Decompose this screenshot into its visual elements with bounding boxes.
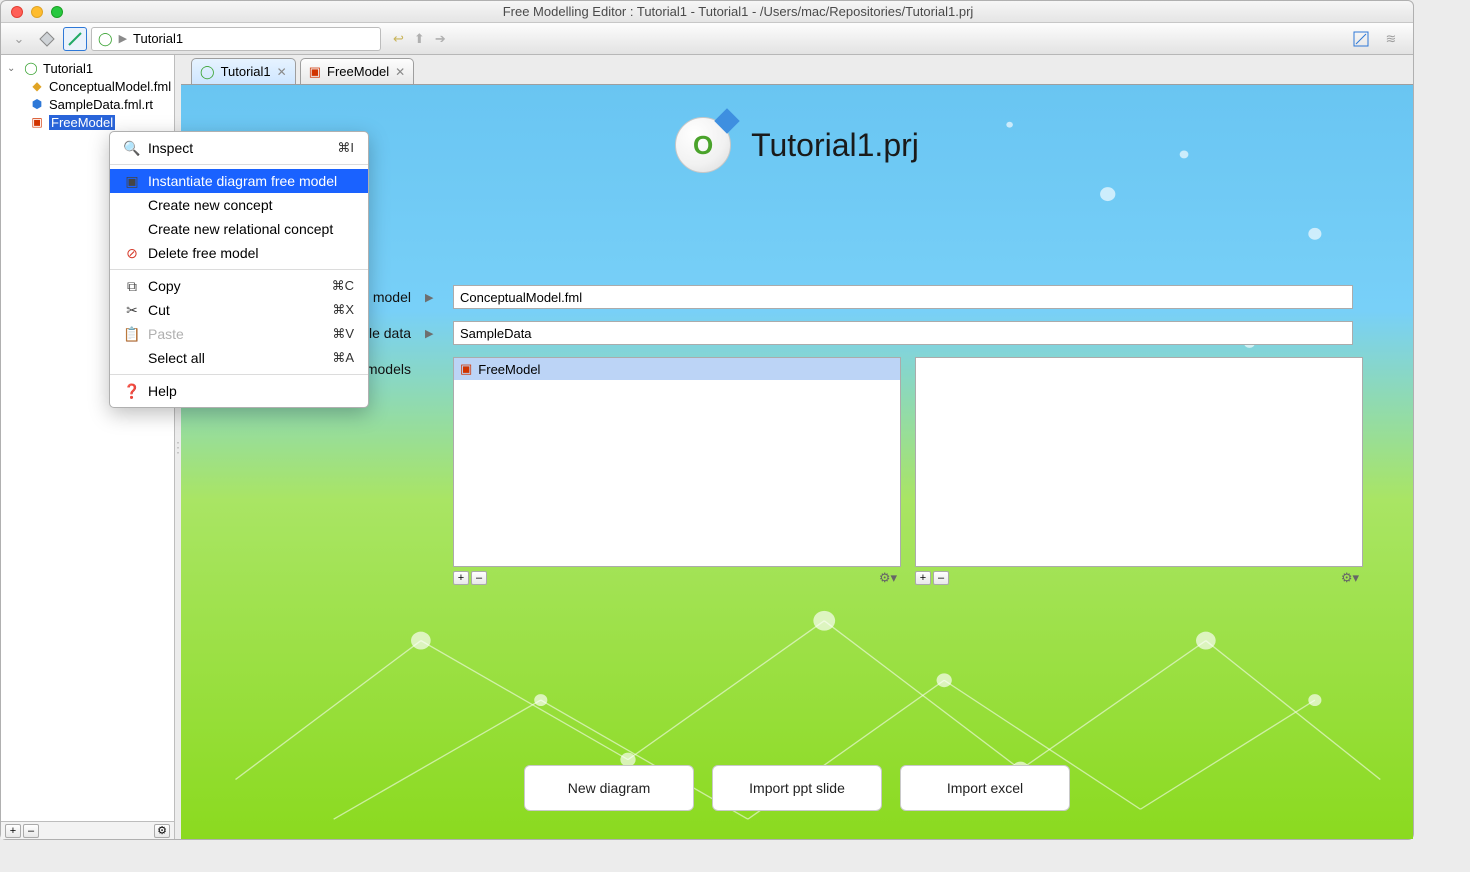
help-icon: ❓: [124, 383, 140, 400]
tree-root-label: Tutorial1: [43, 61, 93, 76]
file-icon: ◆: [29, 78, 45, 94]
perspective-icon[interactable]: [35, 27, 59, 51]
list-item-label: FreeModel: [478, 362, 540, 377]
gear-icon[interactable]: ⚙▾: [875, 570, 901, 586]
menu-help[interactable]: ❓ Help: [110, 379, 368, 403]
tab-label: FreeModel: [327, 64, 389, 79]
add-button[interactable]: +: [915, 571, 931, 585]
menu-create-concept[interactable]: Create new concept: [110, 193, 368, 217]
tab-tutorial1[interactable]: ◯ Tutorial1 ✕: [191, 58, 296, 84]
field-sample[interactable]: SampleData: [453, 321, 1353, 345]
titlebar: Free Modelling Editor : Tutorial1 - Tuto…: [1, 1, 1413, 23]
menu-select-all[interactable]: Select all ⌘A: [110, 346, 368, 370]
import-ppt-button[interactable]: Import ppt slide: [712, 765, 882, 811]
breadcrumb[interactable]: ◯ ▶ Tutorial1: [91, 27, 381, 51]
menu-paste: 📋 Paste ⌘V: [110, 322, 368, 346]
project-icon: ◯: [98, 31, 113, 47]
pen-icon[interactable]: [63, 27, 87, 51]
menu-copy[interactable]: ⧉ Copy ⌘C: [110, 274, 368, 298]
minimize-icon[interactable]: [31, 6, 43, 18]
model-icon: ▣: [460, 361, 472, 377]
copy-icon: ⧉: [124, 278, 140, 295]
chevron-right-icon[interactable]: ▶: [425, 291, 439, 304]
data-icon: ⬢: [29, 96, 45, 112]
toolbar: ⌄ ◯ ▶ Tutorial1 ↩ ⬆ ➔ ≋: [1, 23, 1413, 55]
chevron-down-icon[interactable]: ⌄: [7, 63, 19, 74]
tabbar: ◯ Tutorial1 ✕ ▣ FreeModel ✕: [181, 55, 1413, 85]
expand-icon[interactable]: [1349, 27, 1373, 51]
project-icon: ◯: [23, 60, 39, 76]
project-logo-icon: O: [675, 117, 731, 173]
search-icon: 🔍: [124, 140, 140, 157]
model-icon: ▣: [309, 64, 321, 80]
breadcrumb-text: Tutorial1: [133, 31, 183, 46]
nav-back-icon[interactable]: ↩: [393, 31, 404, 47]
close-icon[interactable]: [11, 6, 23, 18]
nav-up-icon[interactable]: ⬆: [414, 31, 425, 47]
tree-item-label: SampleData.fml.rt: [49, 97, 153, 112]
field-conceptual[interactable]: ConceptualModel.fml: [453, 285, 1353, 309]
tree-item-conceptual[interactable]: ◆ ConceptualModel.fml: [1, 77, 174, 95]
tree-root[interactable]: ⌄ ◯ Tutorial1: [1, 59, 174, 77]
menu-instantiate[interactable]: ▣ Instantiate diagram free model: [110, 169, 368, 193]
cut-icon: ✂: [124, 302, 140, 319]
menu-delete[interactable]: ⊘ Delete free model: [110, 241, 368, 265]
remove-button[interactable]: –: [471, 571, 487, 585]
nav-forward-icon[interactable]: ➔: [435, 31, 446, 47]
gear-icon[interactable]: ⚙▾: [1337, 570, 1363, 586]
stack-icon[interactable]: ≋: [1379, 27, 1403, 51]
secondary-list[interactable]: [915, 357, 1363, 567]
tree-item-sampledata[interactable]: ⬢ SampleData.fml.rt: [1, 95, 174, 113]
close-icon[interactable]: ✕: [277, 65, 287, 79]
window-title: Free Modelling Editor : Tutorial1 - Tuto…: [63, 4, 1413, 19]
tree-item-label: FreeModel: [49, 115, 115, 130]
gear-icon[interactable]: ⚙: [154, 824, 170, 838]
remove-button[interactable]: –: [933, 571, 949, 585]
context-menu: 🔍 Inspect ⌘I ▣ Instantiate diagram free …: [109, 131, 369, 408]
delete-icon: ⊘: [124, 245, 140, 262]
project-title: Tutorial1.prj: [751, 127, 919, 164]
chevron-down-icon[interactable]: ⌄: [7, 27, 31, 51]
add-button[interactable]: +: [453, 571, 469, 585]
model-icon: ▣: [124, 173, 140, 190]
close-icon[interactable]: ✕: [395, 65, 405, 79]
menu-cut[interactable]: ✂ Cut ⌘X: [110, 298, 368, 322]
menu-inspect[interactable]: 🔍 Inspect ⌘I: [110, 136, 368, 160]
chevron-right-icon[interactable]: ▶: [425, 327, 439, 340]
chevron-right-icon: ▶: [119, 32, 127, 45]
paste-icon: 📋: [124, 326, 140, 343]
new-diagram-button[interactable]: New diagram: [524, 765, 694, 811]
free-models-list[interactable]: ▣ FreeModel: [453, 357, 901, 567]
project-icon: ◯: [200, 64, 215, 80]
tab-label: Tutorial1: [221, 64, 271, 79]
remove-button[interactable]: –: [23, 824, 39, 838]
maximize-icon[interactable]: [51, 6, 63, 18]
list-item[interactable]: ▣ FreeModel: [454, 358, 900, 380]
menu-create-relational[interactable]: Create new relational concept: [110, 217, 368, 241]
add-button[interactable]: +: [5, 824, 21, 838]
tree-item-label: ConceptualModel.fml: [49, 79, 171, 94]
sidebar-footer: + – ⚙: [1, 821, 174, 839]
import-excel-button[interactable]: Import excel: [900, 765, 1070, 811]
model-icon: ▣: [29, 114, 45, 130]
tab-freemodel[interactable]: ▣ FreeModel ✕: [300, 58, 415, 84]
tree-item-freemodel[interactable]: ▣ FreeModel: [1, 113, 174, 131]
